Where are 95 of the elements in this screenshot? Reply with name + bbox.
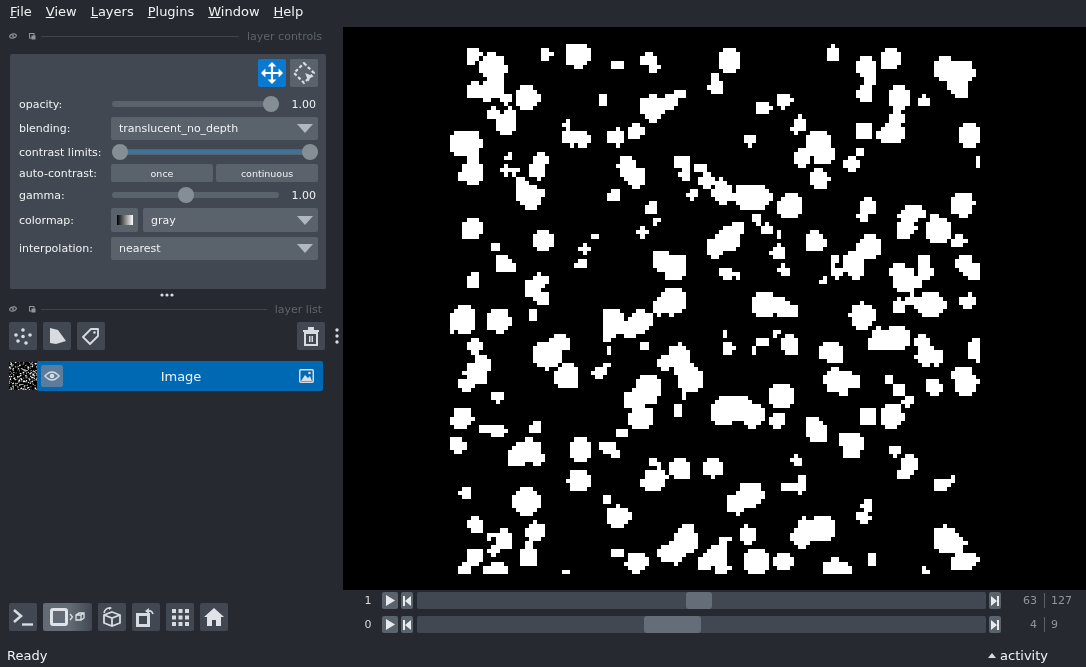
dims-slider-track[interactable]: [417, 592, 986, 609]
range-slider-track[interactable]: [112, 144, 318, 160]
squares-icon[interactable]: [29, 305, 36, 313]
slider-thumb[interactable]: [644, 616, 702, 633]
frame-number: 4: [1029, 618, 1037, 631]
panel-title: layer controls: [247, 29, 322, 43]
control-label: opacity:: [19, 97, 64, 111]
gradient-swatch-icon: [116, 215, 133, 225]
pan-zoom-button[interactable]: [258, 59, 286, 87]
delete-layer-button[interactable]: [297, 322, 325, 350]
control-label: interpolation:: [19, 242, 94, 255]
dims-slider-track[interactable]: [417, 616, 986, 633]
caret-down-icon: [297, 124, 313, 133]
caret-up-icon: [988, 652, 997, 658]
transpose-button[interactable]: [132, 603, 160, 631]
menu-item[interactable]: Help: [266, 2, 311, 22]
skip-forward-icon: [991, 619, 999, 630]
step-back-button[interactable]: [401, 592, 413, 609]
skip-back-icon: [403, 595, 411, 606]
polygon-icon: [48, 328, 66, 344]
home-icon: [204, 608, 224, 626]
eye-icon: [44, 371, 60, 381]
menu-item[interactable]: File: [3, 2, 39, 22]
panel-title: layer list: [274, 302, 322, 316]
frame-count: 9: [1051, 618, 1059, 631]
status-message: Ready: [7, 647, 48, 663]
slider-value: 1.00: [290, 97, 317, 111]
visibility-toggle[interactable]: [41, 365, 63, 387]
viewer-canvas[interactable]: [343, 27, 1086, 590]
dropdown[interactable]: nearest: [111, 237, 318, 260]
play-button[interactable]: [382, 616, 398, 633]
step-back-button[interactable]: [401, 616, 413, 633]
grid-view-button[interactable]: [166, 603, 194, 631]
more-icon[interactable]: [335, 328, 339, 344]
slider-thumb[interactable]: [263, 96, 279, 112]
move-icon: [261, 62, 283, 84]
slider-track[interactable]: [112, 187, 279, 203]
slider-thumb[interactable]: [178, 187, 195, 203]
new-labels-button[interactable]: [77, 322, 105, 350]
slider-value: 1.00: [290, 188, 317, 202]
new-shapes-button[interactable]: [43, 322, 71, 350]
colormap-button[interactable]: [111, 208, 138, 232]
layer-item[interactable]: Image: [37, 361, 323, 391]
transform-button[interactable]: [290, 59, 318, 87]
cube-icon: [102, 607, 122, 627]
ndisplay-button[interactable]: [43, 603, 92, 631]
new-points-button[interactable]: [9, 322, 37, 350]
rotate-icon: [136, 607, 156, 627]
square-cube-icon: [49, 608, 86, 626]
activity-button[interactable]: activity: [988, 647, 1048, 663]
console-button[interactable]: [9, 603, 37, 631]
dropdown[interactable]: gray: [143, 208, 318, 232]
slider-thumb[interactable]: [112, 144, 128, 160]
grid-icon: [171, 608, 189, 626]
image-icon: [299, 369, 314, 383]
step-forward-button[interactable]: [989, 616, 1001, 633]
squares-icon[interactable]: [29, 32, 36, 40]
step-forward-button[interactable]: [989, 592, 1001, 609]
skip-back-icon: [403, 619, 411, 630]
frame-number: 63: [1022, 594, 1037, 607]
home-button[interactable]: [200, 603, 228, 631]
control-label: auto-contrast:: [19, 166, 98, 180]
eye-icon[interactable]: [9, 33, 17, 39]
drag-handle-icon[interactable]: [159, 293, 174, 297]
play-icon: [385, 595, 395, 606]
menu-item[interactable]: View: [38, 2, 84, 22]
play-button[interactable]: [382, 592, 398, 609]
eye-icon[interactable]: [9, 306, 17, 312]
control-label: gamma:: [19, 188, 66, 202]
terminal-icon: [13, 608, 33, 626]
select-icon: [293, 62, 315, 84]
axis-label: 0: [363, 618, 373, 631]
layer-thumbnail: [9, 362, 37, 390]
roll-dims-button[interactable]: [98, 603, 126, 631]
control-label: blending:: [19, 122, 72, 135]
caret-down-icon: [297, 244, 313, 253]
slider-thumb[interactable]: [302, 144, 318, 160]
trash-icon: [303, 326, 319, 346]
dropdown[interactable]: translucent_no_depth: [111, 117, 318, 140]
points-icon: [14, 327, 32, 345]
slider-track[interactable]: [112, 96, 279, 112]
skip-forward-icon: [991, 595, 999, 606]
tag-icon: [82, 327, 100, 345]
menu-item[interactable]: Layers: [83, 2, 141, 22]
control-label: contrast limits:: [19, 145, 103, 159]
control-label: colormap:: [19, 213, 76, 227]
menu-item[interactable]: Window: [201, 2, 267, 22]
auto-contrast-button[interactable]: continuous: [216, 164, 318, 182]
play-icon: [385, 619, 395, 630]
slider-thumb[interactable]: [686, 592, 713, 609]
caret-down-icon: [297, 215, 313, 225]
frame-count: 127: [1051, 594, 1073, 607]
menu-item[interactable]: Plugins: [140, 2, 202, 22]
auto-contrast-button[interactable]: once: [111, 164, 213, 182]
axis-label: 1: [363, 594, 373, 607]
